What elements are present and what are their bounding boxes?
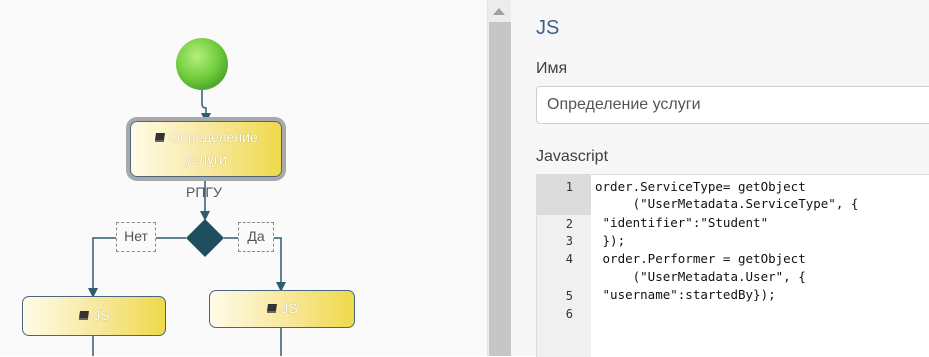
task-define-service-line2: услуги bbox=[185, 151, 227, 167]
book-icon bbox=[79, 311, 90, 321]
line-number: 5 bbox=[565, 289, 573, 303]
condition-label-no[interactable]: Нет bbox=[116, 222, 156, 252]
name-input[interactable]: Определение услуги bbox=[536, 86, 929, 124]
code-line[interactable]: }); bbox=[595, 233, 626, 248]
code-editor[interactable]: 1 2 3 4 5 6 order.ServiceType= getObject… bbox=[536, 174, 929, 357]
line-number: 4 bbox=[565, 252, 573, 266]
book-icon bbox=[155, 133, 166, 143]
line-number: 3 bbox=[565, 234, 573, 248]
book-icon bbox=[267, 304, 278, 314]
exclusive-gateway[interactable] bbox=[186, 219, 224, 257]
task-define-service[interactable]: Определение услуги bbox=[130, 121, 282, 177]
task-js-left[interactable]: JS bbox=[22, 296, 166, 336]
code-line[interactable]: ("UserMetadata.User", { bbox=[595, 269, 806, 284]
task-define-service-line1: Определение bbox=[154, 129, 258, 145]
line-number: 1 bbox=[565, 180, 573, 194]
flow-label-rpgu: РПГУ bbox=[186, 184, 222, 200]
connector-start-to-task[interactable] bbox=[201, 90, 211, 123]
line-number: 6 bbox=[565, 307, 573, 321]
task-js-right[interactable]: JS bbox=[209, 290, 355, 328]
line-number: 2 bbox=[565, 217, 573, 231]
javascript-label: Javascript bbox=[536, 148, 609, 165]
properties-panel: JS Имя Определение услуги Javascript 1 2… bbox=[511, 0, 929, 357]
vertical-scrollbar[interactable] bbox=[487, 0, 512, 356]
process-diagram-canvas[interactable]: Определение услуги РПГУ Нет Да JS JS bbox=[0, 0, 487, 356]
name-label: Имя bbox=[536, 60, 568, 77]
code-line[interactable]: "username":startedBy}); bbox=[595, 287, 776, 302]
panel-title: JS bbox=[536, 17, 560, 39]
code-line[interactable]: order.ServiceType= getObject bbox=[595, 179, 806, 194]
condition-label-yes[interactable]: Да bbox=[238, 222, 274, 252]
code-line[interactable]: ("UserMetadata.ServiceType", { bbox=[595, 196, 859, 211]
scrollbar-thumb[interactable] bbox=[489, 22, 511, 356]
code-line[interactable]: order.Performer = getObject bbox=[595, 251, 806, 266]
scroll-up-arrow-icon[interactable] bbox=[493, 8, 505, 15]
code-line[interactable]: "identifier":"Student" bbox=[595, 215, 769, 230]
start-event[interactable] bbox=[176, 38, 228, 90]
